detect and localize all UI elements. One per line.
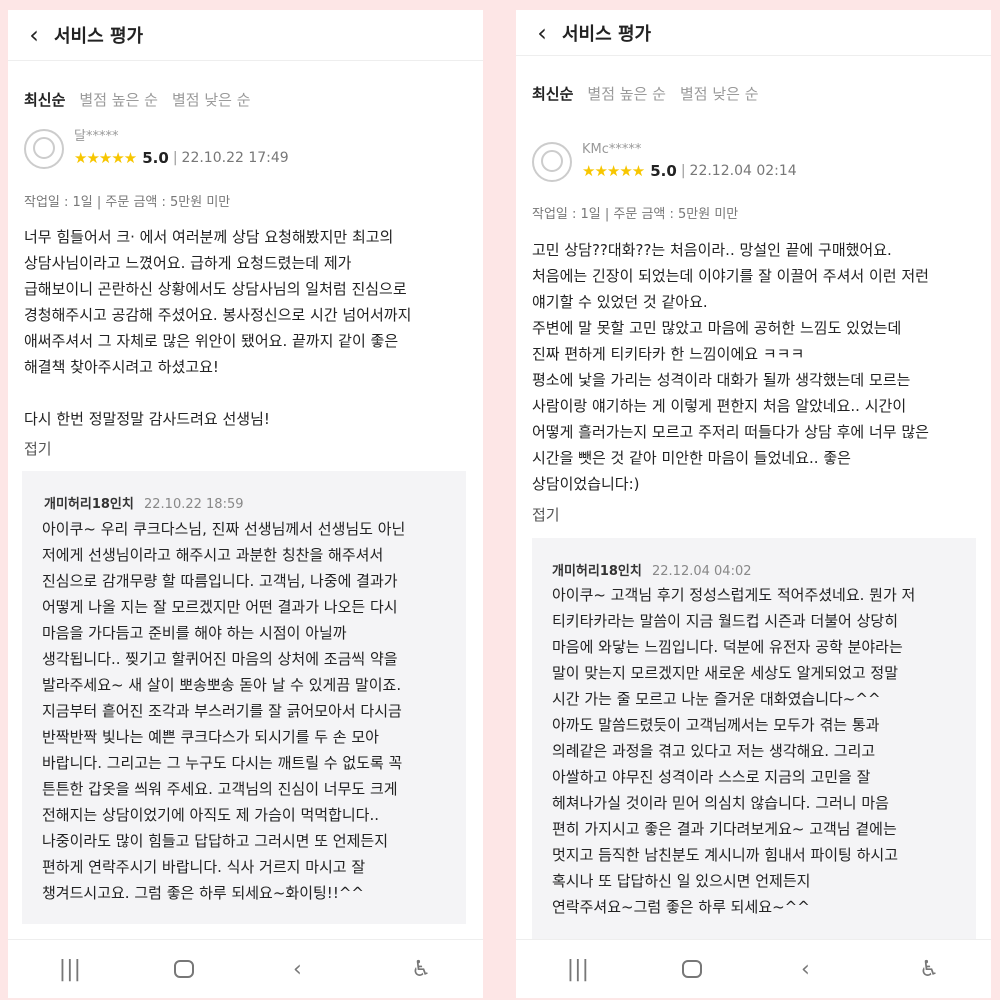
rating-score: 5.0 [142, 149, 169, 167]
reply-line: 말이 맞는지 모르겠지만 새로운 세상도 알게되었고 정말 [552, 664, 899, 682]
back-arrow-icon[interactable]: ‹ [14, 10, 54, 60]
home-icon[interactable] [173, 960, 194, 978]
review-line: 상담이었습니다:) [532, 475, 640, 493]
top-bar: ‹ 서비스 평가 [516, 10, 991, 56]
star-rating-icon: ★★★★★ [582, 162, 645, 180]
reply-line: 의례같은 과정을 겪고 있다고 저는 생각해요. 그리고 [552, 742, 876, 760]
android-nav-bar: ||| ‹ ♿ [8, 939, 483, 998]
reply-line: 지금부터 흩어진 조각과 부스러기를 잘 긁어모아서 다시금 [42, 702, 402, 720]
reply-line: 마음을 가다듬고 준비를 해야 하는 시점이 아닐까 [42, 624, 347, 642]
reply-line: 티키타카라는 말씀이 지금 월드컵 시즌과 더불어 상당히 [552, 612, 899, 630]
review-line: 급해보이니 곤란하신 상황에서도 상담사님의 일처럼 진심으로 [24, 280, 407, 298]
reply-line: 멋지고 듬직한 남친분도 계시니까 힘내서 파이팅 하시고 [552, 846, 899, 864]
reply-line: 어떻게 나올 지는 잘 모르겠지만 어떤 결과가 나오든 다시 [42, 598, 398, 616]
reviewer-profile: KMc***** ★★★★★ 5.0 | 22.12.04 02:14 [532, 142, 797, 182]
nav-back-icon[interactable]: ‹ [277, 957, 317, 982]
phone-screen-right: ‹ 서비스 평가 최신순 별점 높은 순 별점 낮은 순 KMc***** ★★… [516, 10, 991, 998]
reply-line: 챙겨드시고요. 그럼 좋은 하루 되세요~화이팅!!^^ [42, 884, 364, 902]
review-line: 평소에 낯을 가리는 성격이라 대화가 될까 생각했는데 모르는 [532, 371, 911, 389]
review-line: 해결책 찾아주시려고 하셨고요! [24, 358, 219, 376]
reply-body: 아이쿠~ 고객님 후기 정성스럽게도 적어주셨네요. 뭔가 저 티키타카라는 말… [552, 582, 968, 920]
reply-line: 저에게 선생님이라고 해주시고 과분한 칭찬을 해주셔서 [42, 546, 384, 564]
review-line: 고민 상담??대화??는 처음이라.. 망설인 끝에 구매했어요. [532, 241, 892, 259]
sort-tabs: 최신순 별점 높은 순 별점 낮은 순 [24, 89, 251, 110]
reply-line: 헤쳐나가실 것이라 믿어 의심치 않습니다. 그러니 마음 [552, 794, 889, 812]
reply-date: 22.12.04 04:02 [652, 564, 752, 579]
review-line: 사람이랑 얘기하는 게 이렇게 편한지 처음 알았네요.. 시간이 [532, 397, 907, 415]
reply-line: 바랍니다. 그리고는 그 누구도 다시는 깨트릴 수 없도록 꼭 [42, 754, 403, 772]
reply-line: 아이쿠~ 우리 쿠크다스님, 진짜 선생님께서 선생님도 아닌 [42, 520, 406, 538]
reply-line: 발라주세요~ 새 살이 뽀송뽀송 돋아 날 수 있게끔 말이죠. [42, 676, 402, 694]
seller-reply: 개미허리18인치 22.10.22 18:59 아이쿠~ 우리 쿠크다스님, 진… [22, 471, 466, 924]
reply-line: 아쌀하고 야무진 성격이라 스스로 지금의 고민을 잘 [552, 768, 871, 786]
review-line: 진짜 편하게 티키타카 한 느낌이에요 ㅋㅋㅋ [532, 345, 805, 363]
top-bar: ‹ 서비스 평가 [8, 10, 483, 61]
review-body: 너무 힘들어서 크· 에서 여러분께 상담 요청해봤지만 최고의 상담사님이라고… [24, 224, 473, 432]
seller-reply: 개미허리18인치 22.12.04 04:02 아이쿠~ 고객님 후기 정성스럽… [532, 538, 976, 943]
avatar [24, 129, 64, 169]
review-date: 22.10.22 17:49 [181, 150, 289, 166]
reply-line: 아까도 말씀드렸듯이 고객님께서는 모두가 겪는 통과 [552, 716, 880, 734]
review-line: 애써주셔서 그 자체로 많은 위안이 됐어요. 끝까지 같이 좋은 [24, 332, 399, 350]
reply-line: 마음에 와닿는 느낌입니다. 덕분에 유전자 공학 분야라는 [552, 638, 903, 656]
review-line: 다시 한번 정말정말 감사드려요 선생님! [24, 410, 270, 428]
phone-screen-left: ‹ 서비스 평가 최신순 별점 높은 순 별점 낮은 순 달***** ★★★★… [8, 10, 483, 998]
page-title: 서비스 평가 [562, 23, 652, 45]
reviewer-profile: 달***** ★★★★★ 5.0 | 22.10.22 17:49 [24, 129, 289, 169]
reply-line: 튼튼한 갑옷을 씌워 주세요. 고객님의 진심이 너무도 크게 [42, 780, 398, 798]
reply-line: 편히 가지시고 좋은 결과 기다려보게요~ 고객님 곁에는 [552, 820, 897, 838]
reviewer-name: 달***** [74, 129, 119, 144]
star-rating-icon: ★★★★★ [74, 149, 137, 167]
review-line: 처음에는 긴장이 되었는데 이야기를 잘 이끌어 주셔서 이런 저런 [532, 267, 929, 285]
reply-line: 반짝반짝 빛나는 예쁜 쿠크다스가 되시기를 두 손 모아 [42, 728, 379, 746]
reply-line: 혹시나 또 답답하신 일 있으시면 언제든지 [552, 872, 811, 890]
rating-score: 5.0 [650, 162, 677, 180]
recents-icon[interactable]: ||| [50, 957, 90, 982]
reply-date: 22.10.22 18:59 [144, 497, 244, 512]
accessibility-icon[interactable]: ♿ [401, 957, 441, 982]
review-body: 고민 상담??대화??는 처음이라.. 망설인 끝에 구매했어요. 처음에는 긴… [532, 237, 981, 497]
reply-body: 아이쿠~ 우리 쿠크다스님, 진짜 선생님께서 선생님도 아닌 저에게 선생님이… [42, 516, 458, 906]
sort-tab-latest[interactable]: 최신순 [532, 83, 573, 104]
review-line: 상담사님이라고 느꼈어요. 급하게 요청드렸는데 제가 [24, 254, 352, 272]
reply-line: 생각됩니다.. 찢기고 할퀴어진 마음의 상처에 조금씩 약을 [42, 650, 398, 668]
review-line: 어떻게 흘러가는지 모르고 주저리 떠들다가 상담 후에 너무 많은 [532, 423, 929, 441]
reply-line: 아이쿠~ 고객님 후기 정성스럽게도 적어주셨네요. 뭔가 저 [552, 586, 916, 604]
accessibility-icon[interactable]: ♿ [909, 957, 949, 982]
sort-tab-low-rating[interactable]: 별점 낮은 순 [680, 83, 759, 104]
back-arrow-icon[interactable]: ‹ [522, 10, 562, 55]
review-line: 너무 힘들어서 크· 에서 여러분께 상담 요청해봤지만 최고의 [24, 228, 394, 246]
android-nav-bar: ||| ‹ ♿ [516, 939, 991, 998]
review-line: 시간을 뺏은 것 같아 미안한 마음이 들었네요.. 좋은 [532, 449, 851, 467]
reply-line: 전해지는 상담이었기에 아직도 제 가슴이 먹먹합니다.. [42, 806, 379, 824]
review-date: 22.12.04 02:14 [689, 163, 797, 179]
sort-tab-high-rating[interactable]: 별점 높은 순 [79, 89, 158, 110]
order-meta: 작업일 : 1일 | 주문 금액 : 5만원 미만 [532, 207, 739, 222]
sort-tab-low-rating[interactable]: 별점 낮은 순 [172, 89, 251, 110]
reviewer-name: KMc***** [582, 142, 642, 157]
recents-icon[interactable]: ||| [558, 957, 598, 982]
reply-line: 진심으로 감개무량 할 따름입니다. 고객님, 나중에 결과가 [42, 572, 398, 590]
sort-tab-latest[interactable]: 최신순 [24, 89, 65, 110]
nav-back-icon[interactable]: ‹ [785, 957, 825, 982]
seller-name: 개미허리18인치 [552, 564, 642, 579]
review-line: 얘기할 수 있었던 것 같아요. [532, 293, 708, 311]
fold-button[interactable]: 접기 [532, 504, 560, 525]
reply-line: 시간 가는 줄 모르고 나눈 즐거운 대화였습니다~^^ [552, 690, 881, 708]
home-icon[interactable] [681, 960, 702, 978]
sort-tab-high-rating[interactable]: 별점 높은 순 [587, 83, 666, 104]
reply-line: 나중이라도 많이 힘들고 답답하고 그러시면 또 언제든지 [42, 832, 389, 850]
review-line [24, 380, 473, 406]
reply-line: 연락주셔요~그럼 좋은 하루 되세요~^^ [552, 898, 810, 916]
reply-line: 편하게 연락주시기 바랍니다. 식사 거르지 마시고 잘 [42, 858, 366, 876]
fold-button[interactable]: 접기 [24, 438, 52, 459]
avatar [532, 142, 572, 182]
order-meta: 작업일 : 1일 | 주문 금액 : 5만원 미만 [24, 195, 231, 210]
seller-name: 개미허리18인치 [44, 497, 134, 512]
page-title: 서비스 평가 [54, 26, 144, 47]
review-line: 주변에 말 못할 고민 많았고 마음에 공허한 느낌도 있었는데 [532, 319, 902, 337]
review-line: 경청해주시고 공감해 주셨어요. 봉사정신으로 시간 넘어서까지 [24, 306, 412, 324]
sort-tabs: 최신순 별점 높은 순 별점 낮은 순 [532, 83, 759, 104]
